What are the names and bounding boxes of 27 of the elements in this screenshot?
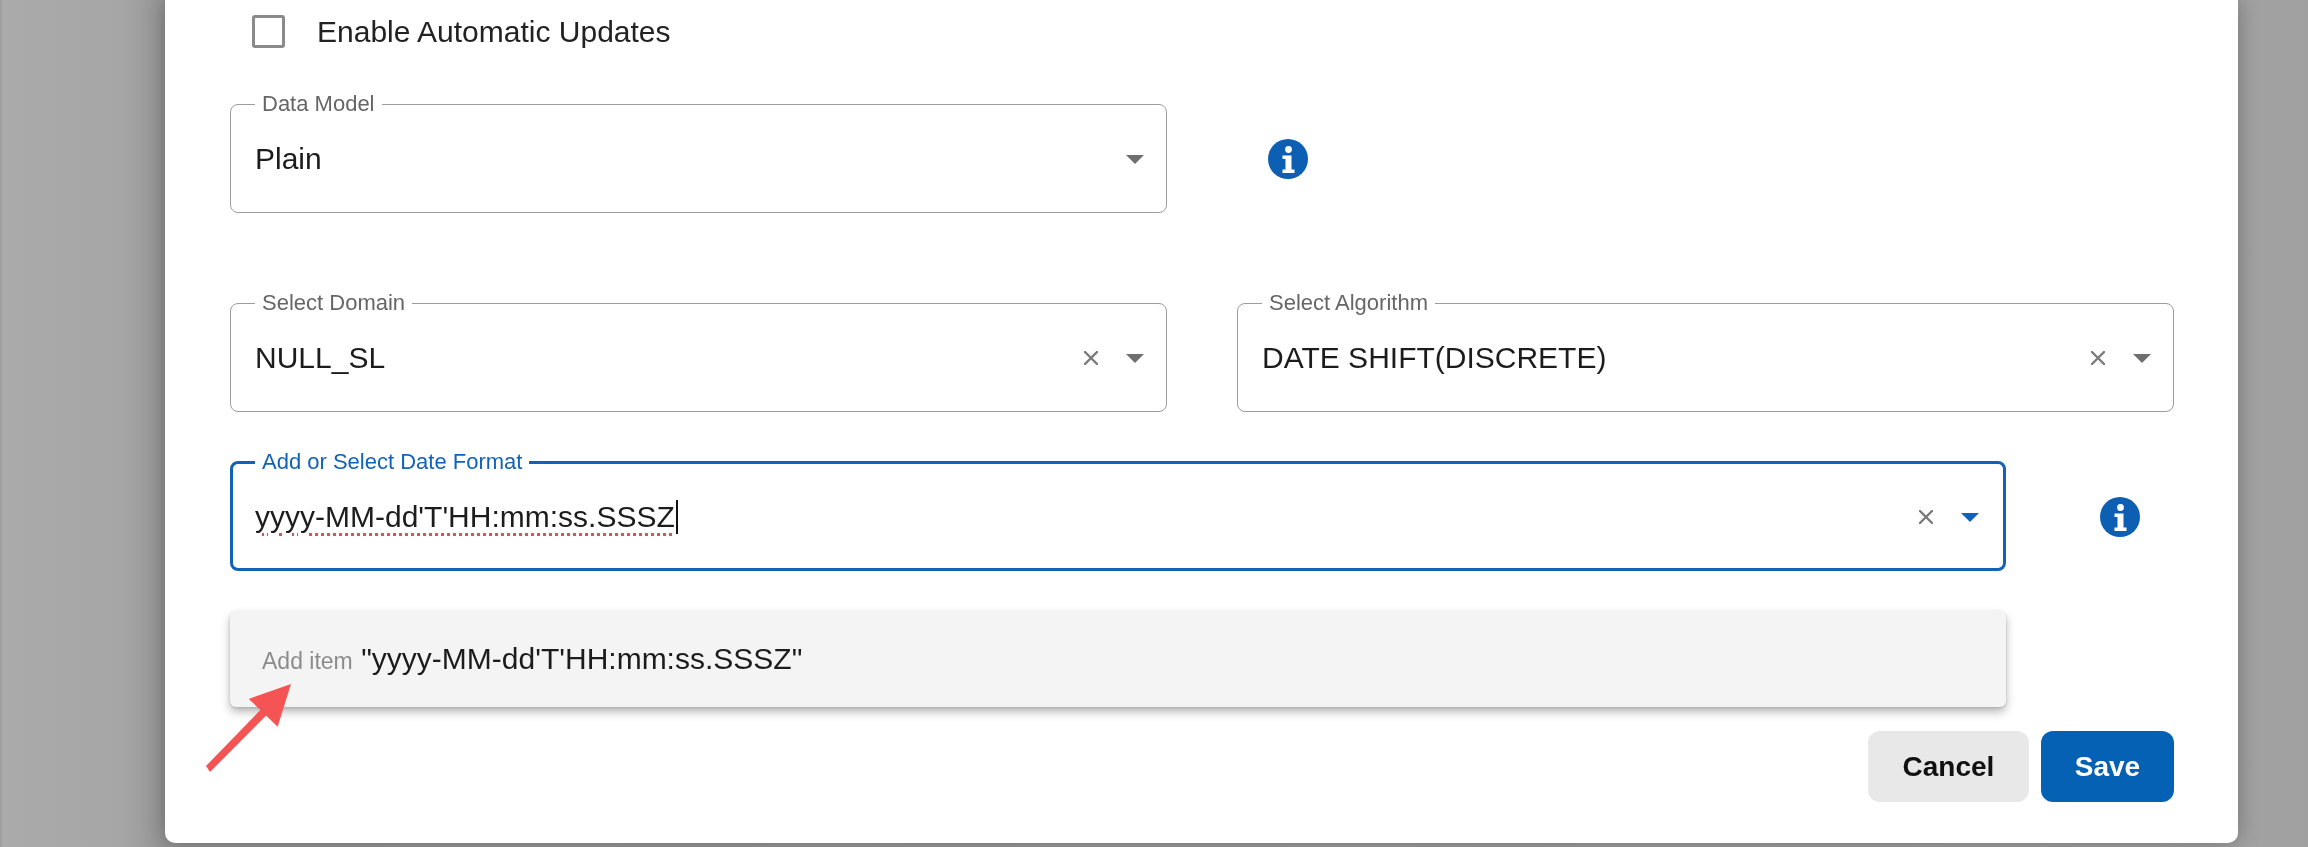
clear-icon[interactable] <box>1084 351 1098 365</box>
field-value: Plain <box>255 142 322 176</box>
field-label: Add or Select Date Format <box>261 450 524 474</box>
menu-option[interactable]: Add item "yyyy-MM-dd'T'HH:mm:ss.SSSZ" <box>230 611 2006 707</box>
select-field[interactable]: Select Algorithm DATE SHIFT(DISCRETE) <box>1237 291 2174 412</box>
info-icon[interactable] <box>1268 138 1308 179</box>
caret-icon[interactable] <box>1126 353 1144 363</box>
save-button[interactable]: Save <box>2041 731 2174 802</box>
checkbox-label[interactable]: Enable Automatic Updates <box>317 14 671 49</box>
combobox-field[interactable]: Add or Select Date Format yyyy-MM-dd'T'HH:mm:ss.SSSZ <box>230 450 2006 571</box>
select-field[interactable]: Select Domain NULL_SL <box>230 291 1167 412</box>
info-icon[interactable] <box>2100 496 2140 537</box>
text-cursor <box>675 500 678 534</box>
caret-icon[interactable] <box>2133 353 2151 363</box>
field-value: yyyy-MM-dd'T'HH:mm:ss.SSSZ <box>255 500 675 534</box>
cancel-button[interactable]: Cancel <box>1868 731 2029 802</box>
clear-icon[interactable] <box>1919 510 1933 524</box>
caret-icon[interactable] <box>1961 512 1979 522</box>
clear-icon[interactable] <box>2091 351 2105 365</box>
field-value: DATE SHIFT(DISCRETE) <box>1262 341 1607 375</box>
field-label: Data Model <box>261 92 376 116</box>
field-label: Select Domain <box>261 291 407 315</box>
field-label: Select Algorithm <box>1268 291 1429 315</box>
select-field[interactable]: Data Model Plain <box>230 92 1167 213</box>
caret-icon[interactable] <box>1126 154 1144 164</box>
checkbox[interactable] <box>252 15 285 48</box>
field-value: NULL_SL <box>255 341 386 375</box>
